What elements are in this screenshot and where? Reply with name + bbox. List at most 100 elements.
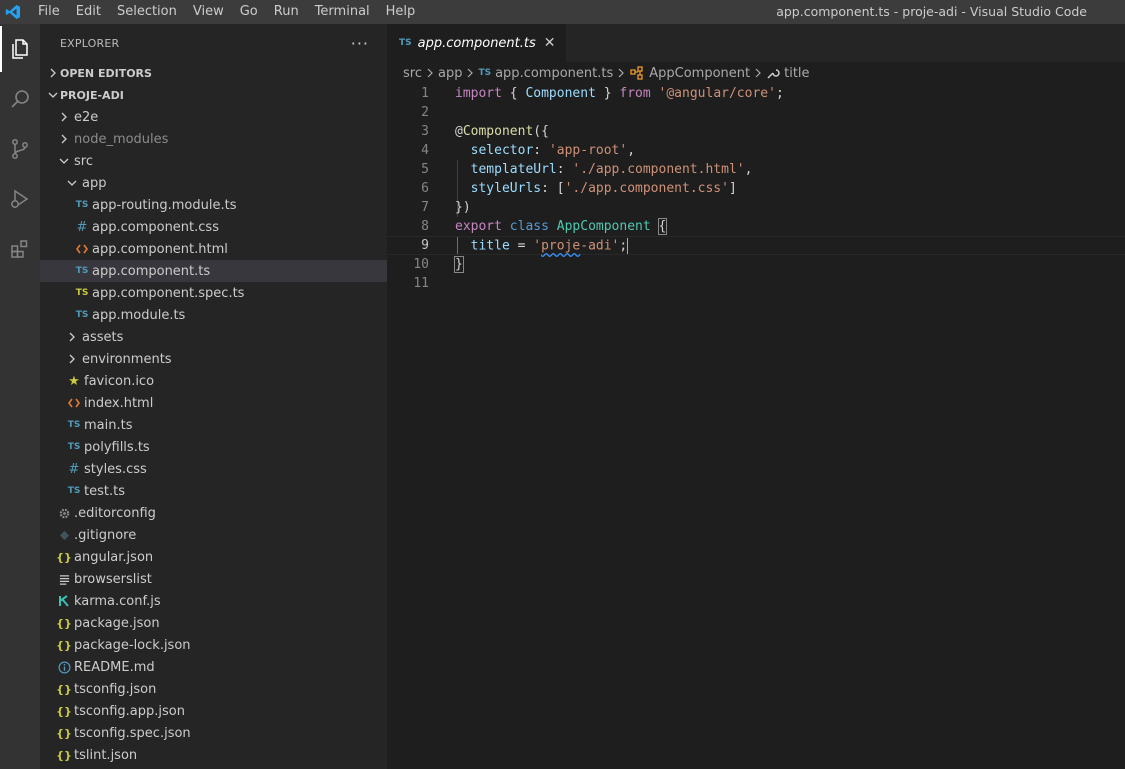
menu-edit[interactable]: Edit <box>68 0 109 24</box>
json-file-icon: {} <box>56 726 72 740</box>
tree-item-label: environments <box>82 351 172 367</box>
file-item[interactable]: README.md <box>40 656 387 678</box>
tree-item-label: .gitignore <box>74 527 137 543</box>
file-item[interactable]: browserslist <box>40 568 387 590</box>
extensions-activity-button[interactable] <box>0 224 40 274</box>
run-debug-activity-button[interactable] <box>0 174 40 224</box>
menu-bar: File Edit Selection View Go Run Terminal… <box>30 0 423 24</box>
breadcrumb-file[interactable]: app.component.ts <box>495 66 613 81</box>
explorer-activity-button[interactable] <box>0 24 40 74</box>
file-item[interactable]: # app.component.css <box>40 216 387 238</box>
close-icon[interactable]: ✕ <box>544 35 556 51</box>
search-activity-button[interactable] <box>0 74 40 124</box>
file-item[interactable]: {} tsconfig.spec.json <box>40 722 387 744</box>
file-item[interactable]: {} angular.json <box>40 546 387 568</box>
vscode-logo-icon <box>2 0 24 24</box>
file-item[interactable]: {} package-lock.json <box>40 634 387 656</box>
file-item[interactable]: app.component.html <box>40 238 387 260</box>
source-control-activity-button[interactable] <box>0 124 40 174</box>
project-label: PROJE-ADI <box>60 88 124 102</box>
file-item[interactable]: {} tsconfig.app.json <box>40 700 387 722</box>
file-item[interactable]: TS main.ts <box>40 414 387 436</box>
breadcrumb-class[interactable]: AppComponent <box>649 66 750 81</box>
text-cursor <box>627 237 629 254</box>
project-section[interactable]: PROJE-ADI <box>40 84 387 106</box>
tree-item-label: node_modules <box>74 131 169 147</box>
open-editors-section[interactable]: OPEN EDITORS <box>40 62 387 84</box>
json-file-icon: {} <box>56 550 72 564</box>
chevron-right-icon <box>56 134 72 144</box>
json-file-icon: {} <box>56 704 72 718</box>
file-item[interactable]: .editorconfig <box>40 502 387 524</box>
window-title: app.component.ts - proje-adi - Visual St… <box>776 4 1087 19</box>
code-text: @Component({ <box>455 124 549 139</box>
file-item[interactable]: TS app.module.ts <box>40 304 387 326</box>
menu-file[interactable]: File <box>30 0 68 24</box>
typescript-file-icon: TS <box>67 420 81 430</box>
file-item[interactable]: # styles.css <box>40 458 387 480</box>
class-symbol-icon <box>629 66 645 80</box>
tree-item-label: tsconfig.app.json <box>74 703 185 719</box>
menu-view[interactable]: View <box>185 0 232 24</box>
tree-item-label: app.component.html <box>92 241 228 257</box>
file-item[interactable]: {} tsconfig.json <box>40 678 387 700</box>
typescript-file-icon: TS <box>75 310 89 320</box>
typescript-file-icon: TS <box>67 486 81 496</box>
typescript-file-icon: TS <box>75 266 89 276</box>
explorer-title: EXPLORER <box>60 36 120 50</box>
file-item[interactable]: TS test.ts <box>40 480 387 502</box>
breadcrumb-app[interactable]: app <box>438 66 462 81</box>
code-text: selector: 'app-root', <box>470 143 636 158</box>
file-item[interactable]: TS polyfills.ts <box>40 436 387 458</box>
tree-item-label: assets <box>82 329 124 345</box>
more-actions-icon[interactable]: ··· <box>351 34 369 53</box>
breadcrumb-src[interactable]: src <box>403 66 422 81</box>
explorer-sidebar: EXPLORER ··· OPEN EDITORS PROJE-ADI e2e n… <box>40 24 387 769</box>
tree-item-label: app.component.css <box>92 219 219 235</box>
file-item[interactable]: ★ favicon.ico <box>40 370 387 392</box>
file-item[interactable]: TS app.component.spec.ts <box>40 282 387 304</box>
menu-selection[interactable]: Selection <box>109 0 185 24</box>
file-item[interactable]: TS app.component.ts <box>40 260 387 282</box>
title-bar: File Edit Selection View Go Run Terminal… <box>0 0 1125 24</box>
code-editor[interactable]: 1 import { Component } from '@angular/cor… <box>387 84 1125 293</box>
menu-terminal[interactable]: Terminal <box>307 0 378 24</box>
tree-item-label: index.html <box>84 395 154 411</box>
tree-item-label: tslint.json <box>74 747 138 763</box>
html-file-icon <box>66 395 82 411</box>
file-item[interactable]: {} package.json <box>40 612 387 634</box>
tree-item-label: styles.css <box>84 461 147 477</box>
code-text: templateUrl: './app.component.html', <box>470 162 753 177</box>
breadcrumb-property[interactable]: title <box>784 66 809 81</box>
folder-item[interactable]: environments <box>40 348 387 370</box>
typescript-spec-file-icon: TS <box>75 288 89 298</box>
file-item[interactable]: index.html <box>40 392 387 414</box>
code-line: 11 <box>413 276 429 291</box>
folder-item[interactable]: e2e <box>40 106 387 128</box>
code-text: } <box>454 256 464 273</box>
menu-go[interactable]: Go <box>232 0 266 24</box>
code-text: export class AppComponent { <box>455 218 668 235</box>
menu-run[interactable]: Run <box>266 0 307 24</box>
file-item[interactable]: .gitignore <box>40 524 387 546</box>
tab-app-component-ts[interactable]: TS app.component.ts ✕ <box>387 24 566 62</box>
code-line: 10} <box>413 256 464 273</box>
chevron-right-icon <box>754 68 762 78</box>
explorer-header: EXPLORER ··· <box>40 24 387 62</box>
file-item[interactable]: TS app-routing.module.ts <box>40 194 387 216</box>
file-item[interactable]: {} tslint.json <box>40 744 387 766</box>
property-wrench-icon <box>766 66 780 80</box>
run-debug-icon <box>11 189 29 209</box>
code-line: 6 styleUrls: ['./app.component.css'] <box>421 181 737 196</box>
tree-item-label: favicon.ico <box>84 373 155 389</box>
file-item[interactable]: karma.conf.js <box>40 590 387 612</box>
karma-icon <box>56 593 72 609</box>
folder-item[interactable]: src <box>40 150 387 172</box>
typescript-file-icon: TS <box>67 442 81 452</box>
folder-item[interactable]: assets <box>40 326 387 348</box>
chevron-down-icon <box>64 178 80 188</box>
folder-item[interactable]: node_modules <box>40 128 387 150</box>
menu-help[interactable]: Help <box>378 0 424 24</box>
tree-item-label: e2e <box>74 109 99 125</box>
folder-item[interactable]: app <box>40 172 387 194</box>
